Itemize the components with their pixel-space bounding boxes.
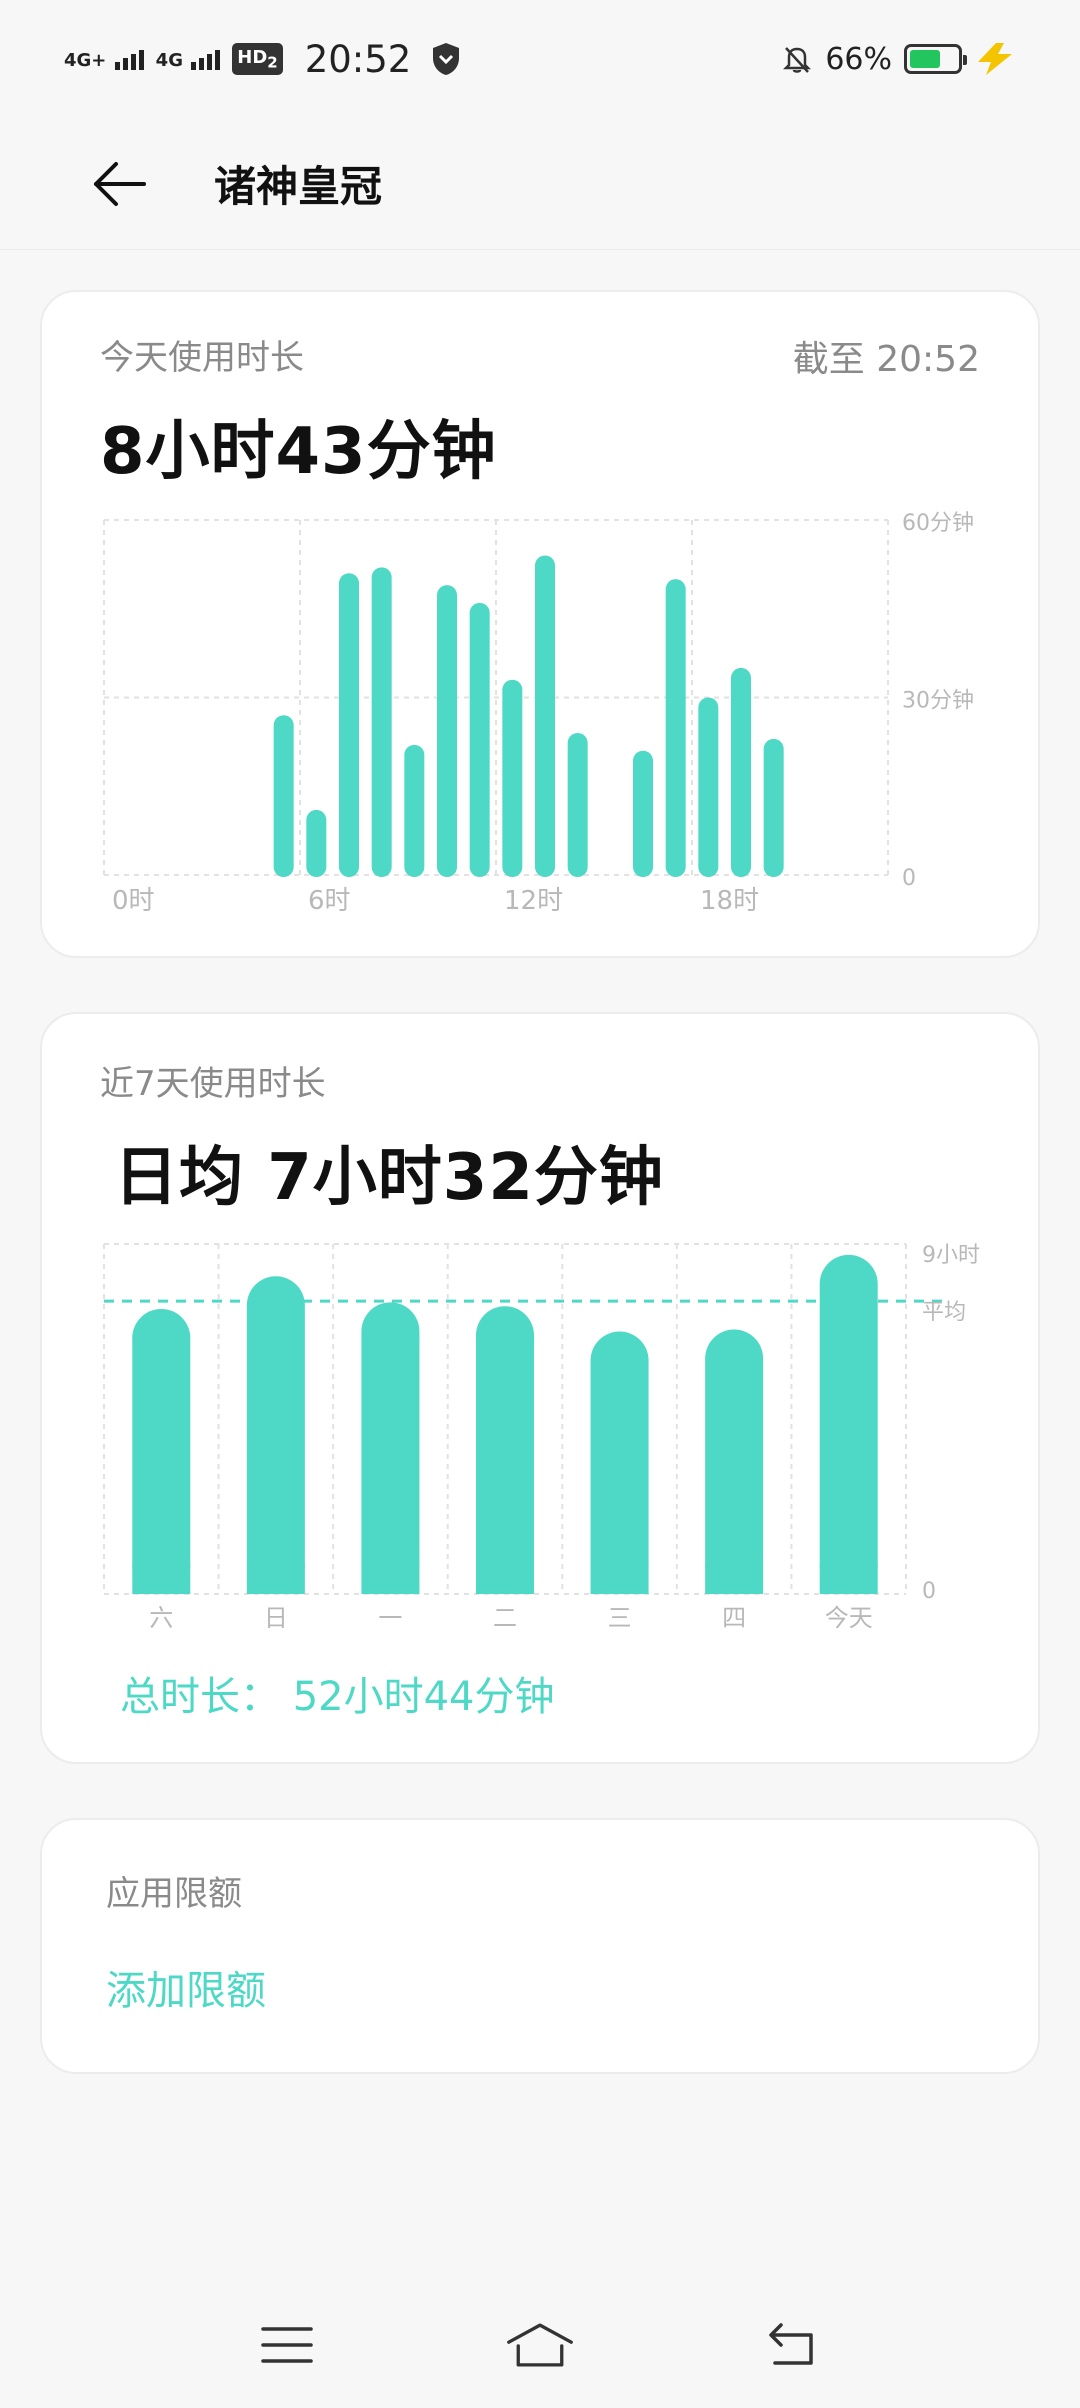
hour-bar [306, 809, 327, 877]
app-limit-card: 应用限额 添加限额 [40, 1818, 1040, 2074]
hour-bar [371, 567, 392, 877]
y-tick-label: 0 [902, 866, 916, 891]
day-bar [590, 1331, 649, 1594]
x-tick-label: 6时 [308, 886, 351, 916]
navigation-bar [0, 2290, 1080, 2400]
home-button[interactable] [505, 2315, 575, 2375]
y-tick-label: 60分钟 [902, 511, 974, 536]
hour-bar [437, 585, 457, 877]
day-bar-base [590, 1564, 649, 1594]
return-icon [769, 2323, 814, 2365]
hour-bar [731, 667, 751, 877]
day-label: 一 [378, 1604, 402, 1632]
day-bar-base [819, 1564, 878, 1594]
page-title: 诸神皇冠 [214, 162, 383, 211]
hour-bar [535, 555, 555, 877]
day-bar-base [476, 1564, 534, 1594]
hour-bar [339, 573, 359, 877]
signal-2-label: 4G [155, 50, 183, 71]
y-tick-label: 0 [922, 1579, 936, 1604]
signal-1-icon: 4G+ [64, 48, 144, 70]
day-label: 二 [493, 1604, 517, 1632]
hour-bar [502, 679, 523, 877]
hour-bar [665, 579, 686, 877]
day-label: 四 [722, 1604, 746, 1632]
x-tick-label: 12时 [504, 886, 563, 916]
x-tick-label: 18时 [700, 886, 759, 916]
day-bar-base [705, 1564, 764, 1594]
day-bar-base [361, 1564, 420, 1594]
day-bar-base [132, 1564, 191, 1594]
total-duration: 总时长： 52小时44分钟 [120, 1674, 555, 1720]
hd-voice-icon: HD2 [232, 42, 283, 76]
battery-percent: 66% [825, 41, 892, 77]
hour-bar [404, 744, 425, 877]
battery-icon [904, 44, 967, 74]
day-label: 今天 [825, 1604, 873, 1632]
day-bar [132, 1308, 191, 1594]
home-icon [507, 2323, 573, 2367]
hour-bar [763, 738, 784, 877]
day-bar [476, 1306, 534, 1594]
hour-bar [633, 750, 653, 877]
hour-bar [567, 733, 588, 877]
back-arrow-icon[interactable] [90, 154, 150, 214]
menu-icon [260, 2327, 313, 2363]
hour-bar [698, 697, 719, 877]
weekly-chart: 六 日 一 二 三 四 今天 9小时平均 0 [103, 1243, 980, 1632]
app-header: 诸神皇冠 [0, 118, 1080, 250]
charging-bolt-icon [978, 43, 1012, 75]
limit-label: 应用限额 [106, 1874, 242, 1914]
x-tick-label: 0时 [112, 886, 155, 916]
today-usage-card: 今天使用时长 截至 20:52 8小时43分钟 60分钟 30分钟 0 0时 6时 12时… [40, 290, 1040, 958]
hour-bar [273, 715, 294, 877]
day-label: 六 [149, 1604, 173, 1632]
day-bar [819, 1254, 878, 1594]
day-bar [705, 1329, 764, 1594]
week-usage-card: 近7天使用时长 日均 7小时32分钟 六日一二三四今天 9小时 平均 0 总时长： 5… [40, 1012, 1040, 1764]
signal-1-label: 4G+ [64, 50, 107, 71]
day-label: 三 [608, 1604, 632, 1632]
hour-bar [469, 602, 490, 877]
y-tick-label: 30分钟 [902, 689, 974, 714]
status-time: 20:52 [304, 37, 412, 81]
shield-icon [433, 43, 460, 75]
status-bar: 4G+ 4G HD2 20:52 66% [0, 0, 1080, 118]
y-tick-label: 9小时 [922, 1243, 980, 1268]
menu-button[interactable] [252, 2315, 322, 2375]
add-limit-button[interactable]: 添加限额 [106, 1958, 266, 2016]
day-bar [246, 1276, 305, 1594]
back-button[interactable] [758, 2315, 828, 2375]
y-tick-label: 平均 [922, 1300, 966, 1325]
mute-bell-icon [783, 47, 812, 73]
today-hourly-chart: 60分钟 30分钟 0 0时 6时 12时 18时 [103, 511, 974, 916]
day-bar [361, 1302, 420, 1594]
signal-2-icon: 4G [156, 48, 221, 70]
day-bar-base [246, 1564, 305, 1594]
day-label: 日 [264, 1604, 288, 1632]
